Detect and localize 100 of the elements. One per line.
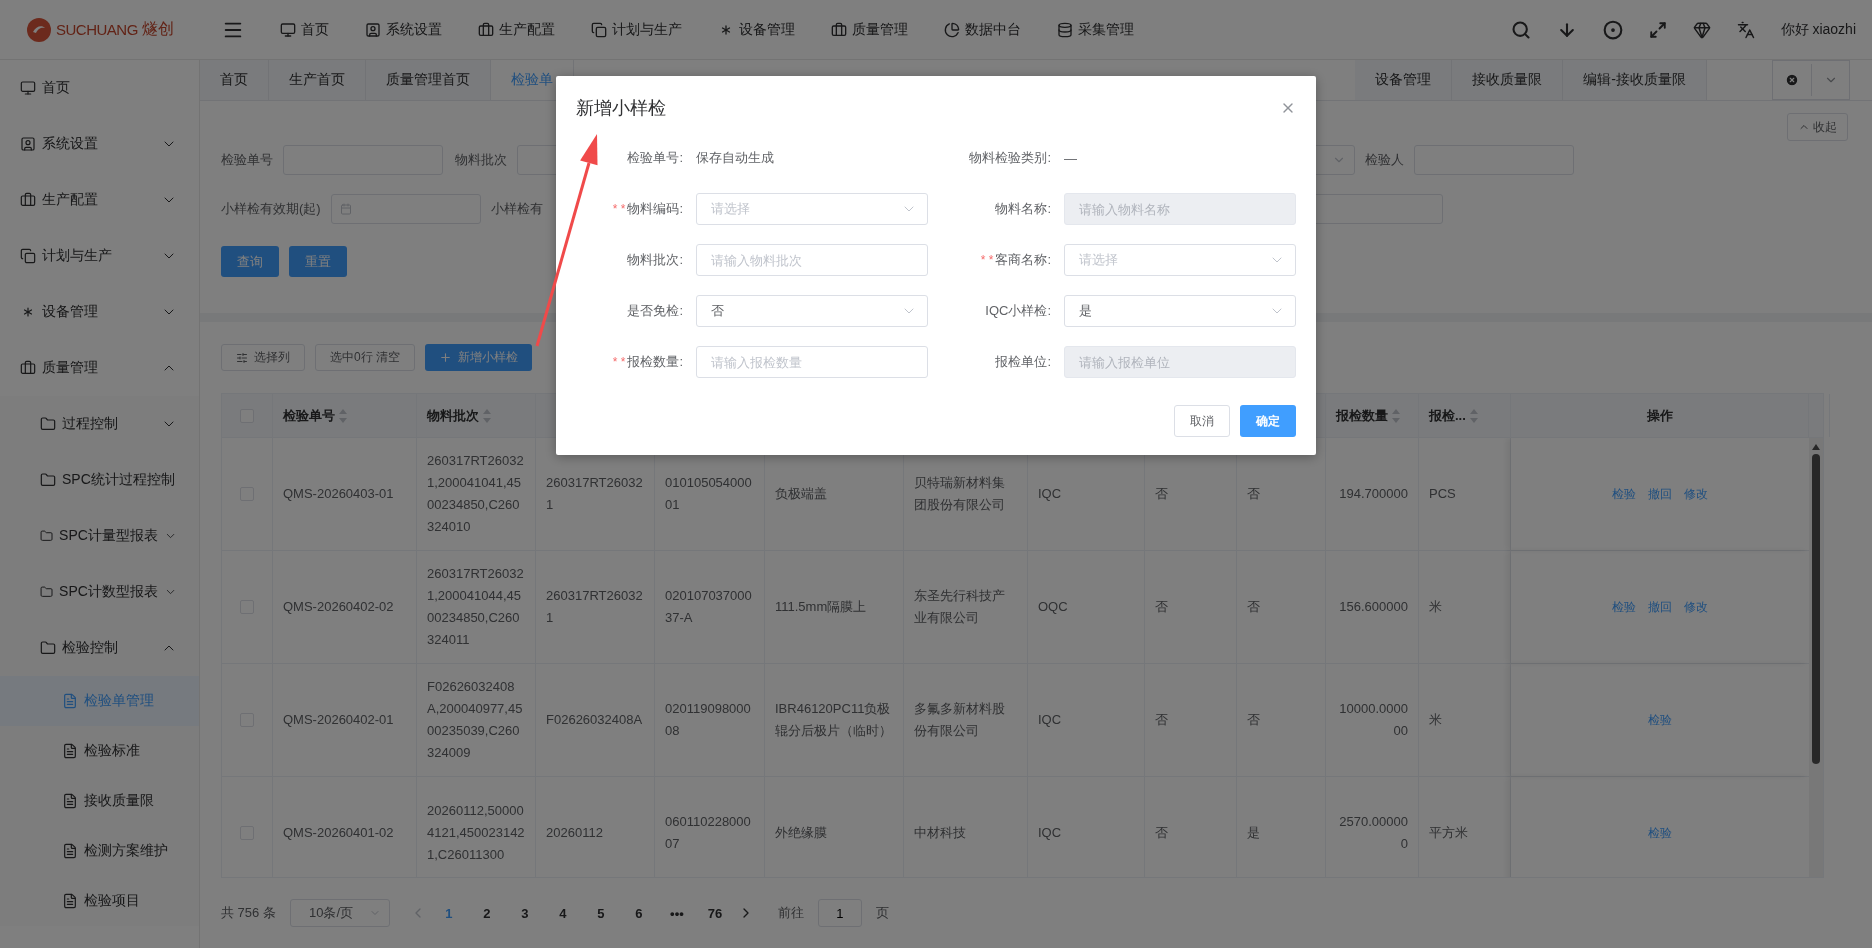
- confirm-button[interactable]: 确定: [1240, 405, 1296, 437]
- folder-icon: [40, 584, 54, 600]
- briefcase-icon: [20, 192, 36, 208]
- column-header: 物料批次: [427, 406, 479, 425]
- nav-item[interactable]: 采集管理: [1057, 20, 1134, 39]
- close-icon: [1785, 73, 1799, 87]
- field-label: 物料检验类别:: [969, 149, 1051, 167]
- tab[interactable]: 生产首页: [269, 60, 366, 100]
- field-value: —: [1064, 150, 1077, 166]
- column-header: 操作: [1646, 406, 1673, 425]
- document-icon: [62, 793, 78, 809]
- clear-selection-button[interactable]: 选中0行 清空: [315, 344, 415, 371]
- page-number[interactable]: •••: [661, 899, 692, 927]
- table-cell-text: 02010703700037-A: [665, 587, 753, 627]
- table-cell-text: 111.5mm隔膜上: [775, 598, 867, 616]
- text-input[interactable]: 请输入物料批次: [696, 244, 928, 276]
- reset-button[interactable]: 重置: [289, 246, 347, 277]
- table-cell-text: QMS-20260402-02: [283, 598, 394, 616]
- text-input[interactable]: 请输入报检数量: [696, 346, 928, 378]
- sort-icon[interactable]: [1392, 408, 1400, 423]
- cancel-button[interactable]: 取消: [1174, 405, 1230, 437]
- plus-icon: [439, 351, 452, 364]
- database-icon: [1057, 21, 1073, 38]
- table-cell-text: 02011909800008: [665, 700, 752, 740]
- table-cell-text: 米: [1429, 711, 1442, 729]
- scrollbar[interactable]: [1809, 438, 1823, 877]
- field-label: 报检单位:: [995, 353, 1051, 371]
- user-greeting[interactable]: 你好 xiaozhi: [1780, 20, 1856, 39]
- field-label: 检验单号: [221, 151, 273, 169]
- page-input[interactable]: 1: [817, 899, 862, 927]
- briefcase-icon: [20, 360, 36, 376]
- page-number[interactable]: 6: [623, 899, 654, 927]
- expand-icon[interactable]: [1648, 20, 1667, 39]
- folder-icon: [40, 528, 54, 544]
- table-cell-text: 10000.000000: [1338, 700, 1408, 740]
- table-cell-text: 20260112: [546, 824, 603, 842]
- pie-chart-icon: [944, 21, 960, 38]
- tab[interactable]: 首页: [200, 60, 269, 100]
- document-icon: [62, 893, 78, 909]
- tab[interactable]: 设备管理: [1355, 60, 1453, 100]
- table-cell-text: 否: [1155, 824, 1168, 842]
- tab[interactable]: 质量管理首页: [366, 60, 491, 100]
- collapse-button[interactable]: 收起: [1787, 113, 1848, 141]
- field-label: 检验单号:: [627, 149, 683, 167]
- nav-item[interactable]: 首页: [280, 20, 329, 39]
- page-number[interactable]: 4: [547, 899, 578, 927]
- tab[interactable]: 编辑-接收质量限: [1563, 60, 1707, 100]
- field-label: 检验人: [1365, 151, 1404, 169]
- folder-icon: [40, 472, 56, 488]
- page-suffix: 页: [875, 904, 889, 922]
- table-cell-text: 否: [1247, 485, 1260, 503]
- diamond-icon[interactable]: [1692, 20, 1711, 39]
- sort-icon[interactable]: [1469, 408, 1478, 423]
- table-cell-text: 01010505400001: [665, 474, 753, 514]
- field-label: IQC小样检:: [985, 302, 1051, 320]
- table-cell-text: 否: [1247, 598, 1260, 616]
- nav-item[interactable]: 系统设置: [365, 20, 442, 39]
- table-cell-text: 260317RT260321: [546, 474, 644, 514]
- sort-icon[interactable]: [483, 408, 491, 423]
- nav-item[interactable]: 质量管理: [831, 20, 908, 39]
- field-label: 物料批次: [455, 151, 507, 169]
- field-label: 客商名称:: [995, 251, 1051, 269]
- column-header: 检验单号: [283, 406, 335, 425]
- field-label: 物料批次:: [627, 251, 683, 269]
- search-icon[interactable]: [1510, 19, 1531, 40]
- select-field[interactable]: 是: [1064, 295, 1296, 327]
- query-button[interactable]: 查询: [221, 246, 279, 277]
- table-cell-text: 东圣先行科技产业有限公司: [914, 587, 1006, 627]
- date-field[interactable]: [330, 194, 481, 224]
- add-button[interactable]: 新增小样检: [425, 344, 532, 371]
- table-cell-text: QMS-20260403-01: [283, 485, 394, 503]
- user-card-icon: [365, 21, 381, 38]
- table-cell-text: IQC: [1038, 824, 1062, 842]
- page-number[interactable]: 2: [471, 899, 502, 927]
- nav-item[interactable]: 设备管理: [718, 20, 795, 39]
- goto-label: 前往: [777, 904, 804, 922]
- select-field[interactable]: 否: [696, 295, 928, 327]
- nav-item[interactable]: 生产配置: [478, 20, 555, 39]
- sort-icon[interactable]: [339, 408, 347, 423]
- folder-icon: [40, 640, 56, 656]
- select-columns-button[interactable]: 选择列: [221, 344, 305, 371]
- page-number[interactable]: 3: [509, 899, 540, 927]
- field-label: 小样检有: [490, 200, 543, 218]
- translate-icon[interactable]: [1736, 20, 1755, 39]
- monitor-icon: [280, 21, 296, 38]
- nav-item[interactable]: 计划与生产: [591, 20, 682, 39]
- target-icon[interactable]: [1602, 19, 1623, 40]
- page-number[interactable]: 5: [585, 899, 616, 927]
- column-header: 报检数量: [1336, 406, 1388, 425]
- tab[interactable]: 接收质量限: [1452, 60, 1564, 100]
- page-size-select[interactable]: 10条/页: [289, 899, 390, 927]
- nav-item[interactable]: 数据中台: [944, 20, 1021, 39]
- scroll-thumb[interactable]: [1812, 454, 1820, 764]
- scroll-up-icon[interactable]: [1812, 444, 1820, 450]
- field-label: 小样检有效期(起): [221, 200, 321, 218]
- table-cell-text: QMS-20260401-02: [283, 824, 394, 842]
- windows-icon: [591, 21, 607, 38]
- page-number[interactable]: 76: [699, 899, 730, 927]
- document-icon: [62, 843, 78, 859]
- table-cell-text: QMS-20260402-01: [283, 711, 394, 729]
